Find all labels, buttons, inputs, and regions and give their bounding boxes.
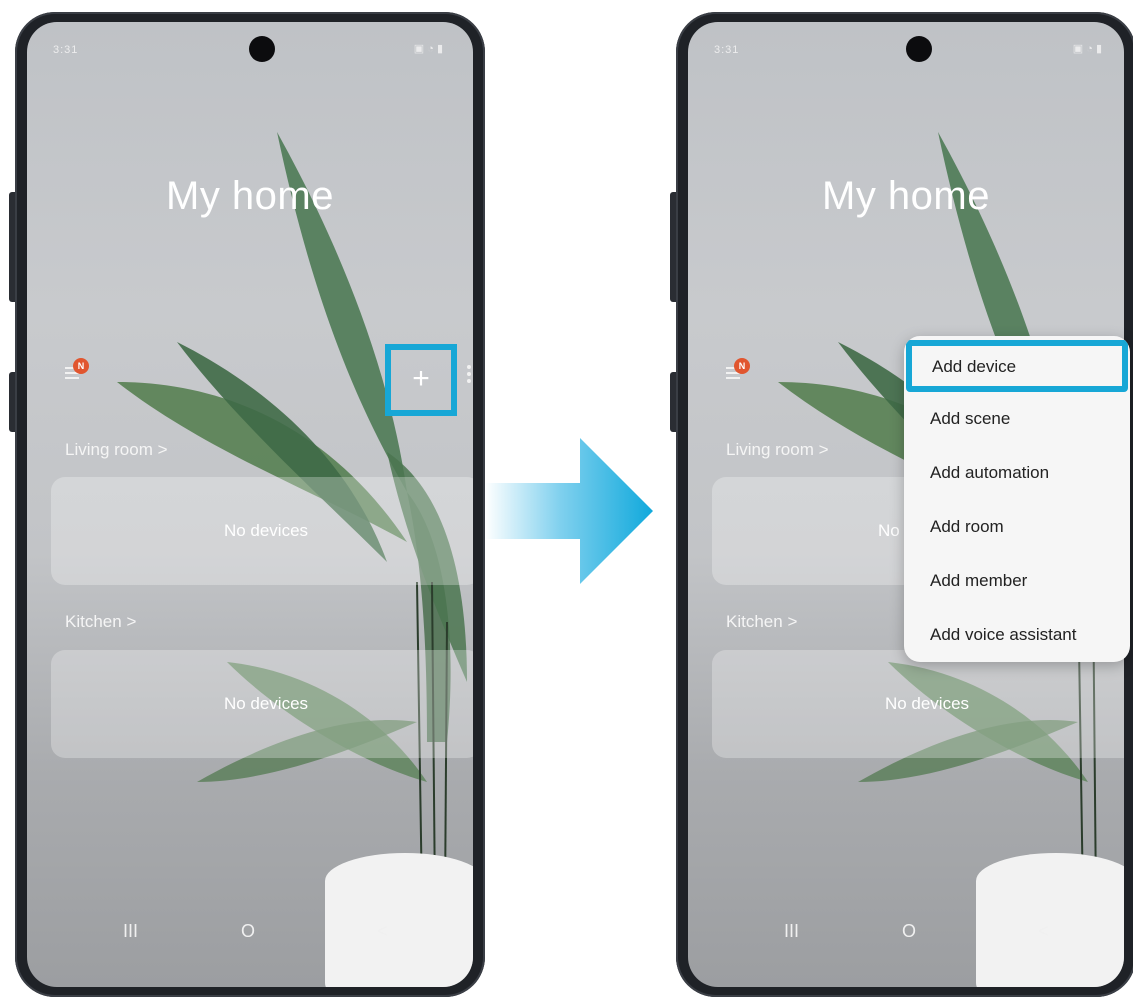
room-card-living[interactable]: No devices [51, 477, 473, 585]
add-icon: + [412, 362, 430, 395]
plant-pot [976, 853, 1124, 987]
back-icon[interactable]: < [1038, 921, 1049, 942]
chevron-right-icon: > [787, 612, 798, 631]
menu-item-add-voice-assistant[interactable]: Add voice assistant [904, 608, 1130, 662]
room-name: Living room [65, 440, 153, 459]
screen-left: 3:31 ▣ ◔ ▮ My home N + Living room > No … [27, 22, 473, 987]
recents-icon[interactable]: III [123, 921, 138, 942]
menu-item-add-member[interactable]: Add member [904, 554, 1130, 608]
room-card-kitchen[interactable]: No devices [712, 650, 1124, 758]
empty-state-text: No devices [884, 694, 970, 713]
front-camera [249, 36, 275, 62]
transition-arrow-icon [485, 438, 653, 584]
volume-key [9, 192, 15, 302]
front-camera [906, 36, 932, 62]
menu-item-add-scene[interactable]: Add scene [904, 392, 1130, 446]
status-time: 3:31 [714, 44, 740, 56]
room-title-living[interactable]: Living room > [65, 440, 168, 460]
room-name: Living room [726, 440, 814, 459]
power-key [9, 372, 15, 432]
chevron-right-icon: > [126, 612, 137, 631]
page-title: My home [166, 174, 334, 218]
room-title-kitchen[interactable]: Kitchen > [65, 612, 136, 632]
status-time: 3:31 [53, 44, 79, 56]
add-button[interactable]: + [385, 344, 457, 416]
empty-state-text: No devices [223, 694, 309, 713]
recents-icon[interactable]: III [784, 921, 799, 942]
more-options-icon[interactable] [467, 365, 471, 386]
menu-item-add-room[interactable]: Add room [904, 500, 1130, 554]
back-icon[interactable]: < [377, 921, 388, 942]
room-title-kitchen[interactable]: Kitchen > [726, 612, 797, 632]
page-title: My home [822, 174, 990, 218]
home-icon[interactable]: O [902, 921, 916, 942]
volume-key [670, 192, 676, 302]
menu-item-add-automation[interactable]: Add automation [904, 446, 1130, 500]
chevron-right-icon: > [157, 440, 168, 459]
notification-badge: N [73, 358, 89, 374]
menu-item-add-device[interactable]: Add device [906, 340, 1128, 392]
chevron-right-icon: > [818, 440, 829, 459]
phone-left: 3:31 ▣ ◔ ▮ My home N + Living room > No … [9, 12, 485, 997]
room-name: Kitchen [726, 612, 783, 631]
plant-pot [325, 853, 473, 987]
power-key [670, 372, 676, 432]
navigation-bar: III O < [688, 921, 1124, 945]
room-title-living[interactable]: Living room > [726, 440, 829, 460]
navigation-bar: III O < [27, 921, 473, 945]
add-menu: Add device Add scene Add automation Add … [904, 336, 1130, 662]
status-icons: ▣ ◔ ▮ [1072, 43, 1102, 55]
notification-badge: N [734, 358, 750, 374]
home-icon[interactable]: O [241, 921, 255, 942]
room-card-kitchen[interactable]: No devices [51, 650, 473, 758]
status-icons: ▣ ◔ ▮ [413, 43, 443, 55]
room-name: Kitchen [65, 612, 122, 631]
empty-state-text: No devices [223, 521, 309, 540]
